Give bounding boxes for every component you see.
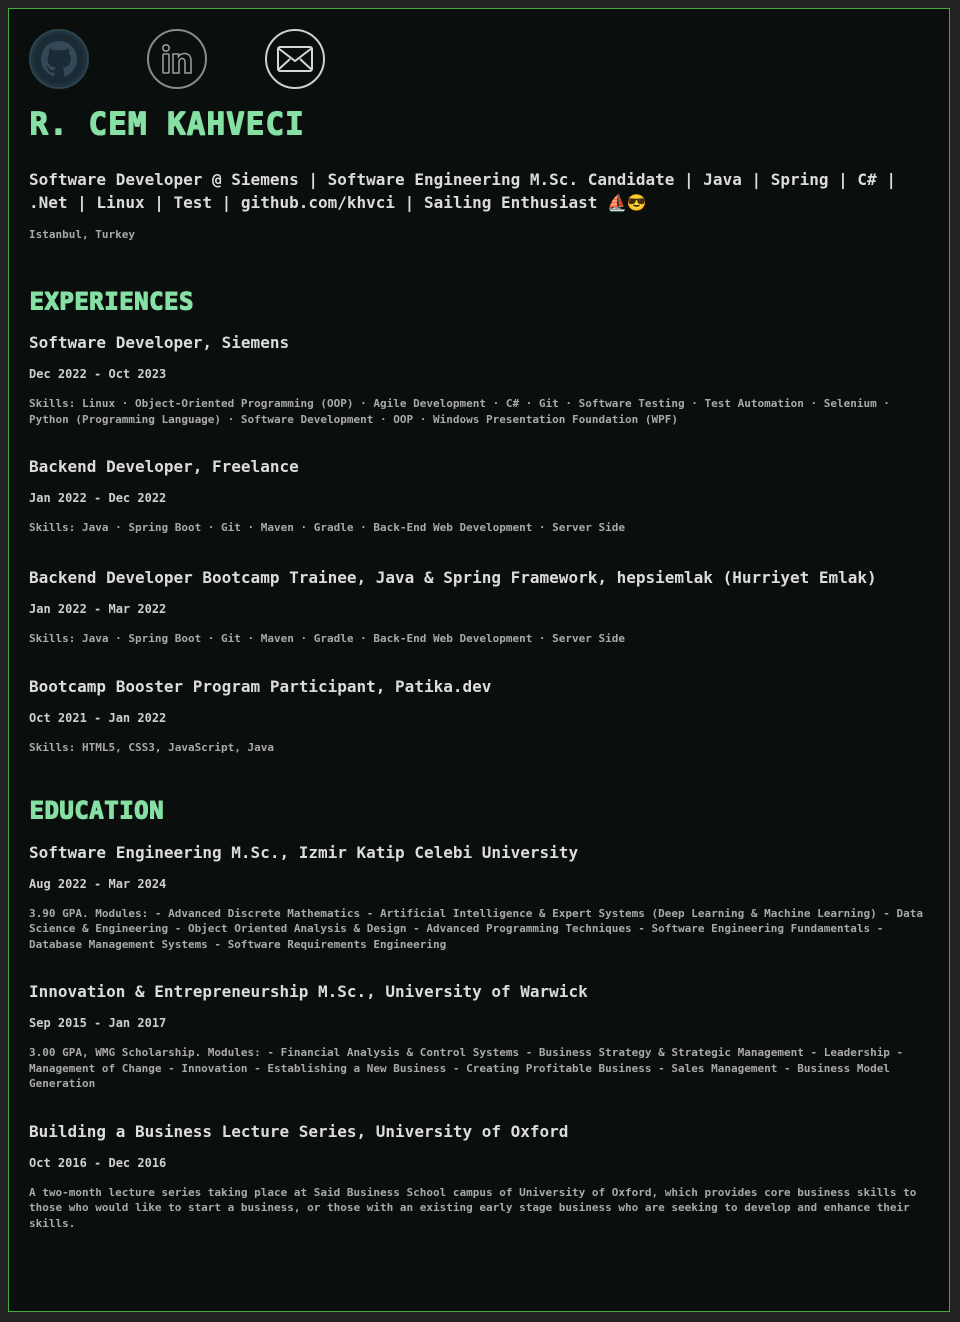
linkedin-icon [161,43,192,74]
linkedin-link[interactable] [147,29,207,89]
resume-frame: R. CEM KAHVECI Software Developer @ Siem… [8,8,950,1312]
education-heading: EDUCATION [29,795,164,824]
mail-icon [277,46,313,72]
experience-skills: Skills: Java · Spring Boot · Git · Maven… [29,631,626,645]
education-date: Sep 2015 - Jan 2017 [29,1016,167,1030]
education-description: 3.00 GPA, WMG Scholarship. Modules: - Fi… [29,1046,904,1090]
education-title: Software Engineering M.Sc., Izmir Katip … [29,842,579,862]
experience-title: Backend Developer Bootcamp Trainee, Java… [29,567,877,587]
experience-date: Jan 2022 - Dec 2022 [29,491,167,505]
education-date: Aug 2022 - Mar 2024 [29,876,167,891]
github-link[interactable] [29,29,89,89]
experience-skills: Skills: HTML5, CSS3, JavaScript, Java [29,741,275,754]
education-item: Software Engineering M.Sc., Izmir Katip … [29,843,929,953]
experience-date: Jan 2022 - Mar 2022 [29,601,167,616]
experience-item: Backend Developer Bootcamp Trainee, Java… [29,568,929,647]
profile-location: Istanbul, Turkey [29,228,135,241]
experience-item: Bootcamp Booster Program Participant, Pa… [29,677,929,756]
social-links [29,29,929,91]
education-description: 3.90 GPA. Modules: - Advanced Discrete M… [29,906,924,951]
experience-skills: Skills: Linux · Object-Oriented Programm… [29,397,890,426]
education-title: Building a Business Lecture Series, Univ… [29,1121,569,1141]
experience-skills: Skills: Java · Spring Boot · Git · Maven… [29,521,626,534]
experience-date: Dec 2022 - Oct 2023 [29,367,167,381]
email-link[interactable] [265,29,325,89]
profile-headline: Software Developer @ Siemens | Software … [29,170,896,212]
experiences-heading: EXPERIENCES [29,287,194,315]
education-item: Building a Business Lecture Series, Univ… [29,1122,929,1232]
resume-content: R. CEM KAHVECI Software Developer @ Siem… [29,29,929,1231]
experience-item: Backend Developer, Freelance Jan 2022 - … [29,457,929,536]
experience-item: Software Developer, Siemens Dec 2022 - O… [29,333,929,427]
experience-title: Software Developer, Siemens [29,333,290,352]
education-date: Oct 2016 - Dec 2016 [29,1155,167,1170]
education-description: A two-month lecture series taking place … [29,1185,917,1230]
education-item: Innovation & Entrepreneurship M.Sc., Uni… [29,982,929,1092]
experience-title: Bootcamp Booster Program Participant, Pa… [29,677,492,696]
education-title: Innovation & Entrepreneurship M.Sc., Uni… [29,982,588,1001]
experience-title: Backend Developer, Freelance [29,457,299,476]
profile-name: R. CEM KAHVECI [29,106,305,142]
github-icon [34,34,84,84]
experience-date: Oct 2021 - Jan 2022 [29,711,167,725]
